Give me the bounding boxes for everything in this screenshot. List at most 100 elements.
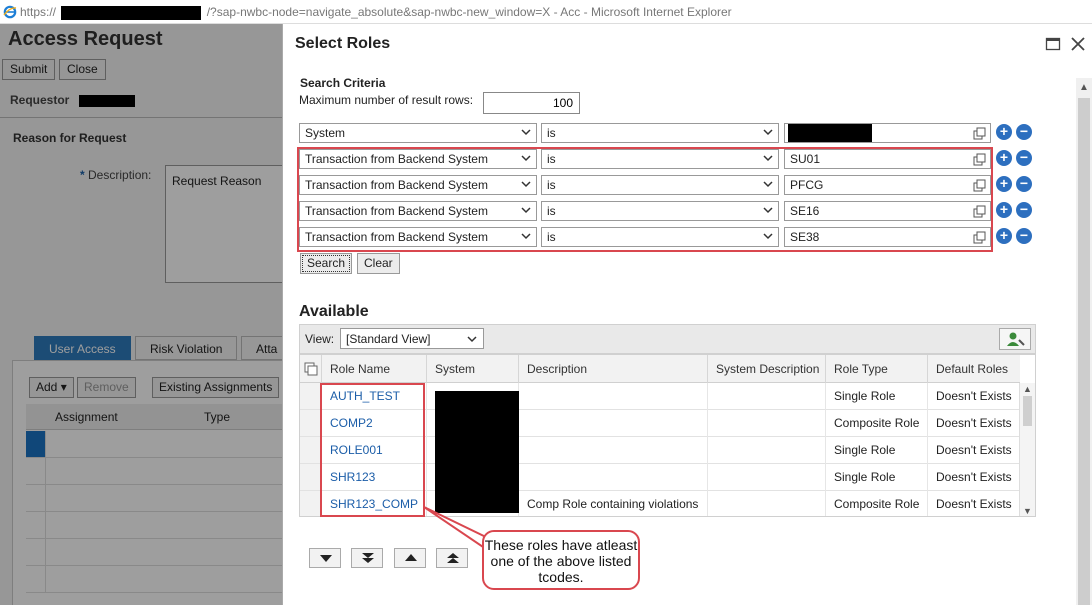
role-name-link[interactable]: COMP2: [322, 410, 427, 437]
move-down-button[interactable]: [309, 548, 341, 568]
row-selector[interactable]: [300, 464, 322, 490]
criteria-operator-select[interactable]: is: [541, 175, 779, 195]
url-prefix: https://: [20, 5, 57, 19]
remove-icon[interactable]: −: [1016, 202, 1032, 218]
table-row[interactable]: AUTH_TEST Single Role Doesn't Exists: [300, 383, 1020, 410]
table-row[interactable]: [26, 566, 282, 593]
add-icon[interactable]: +: [996, 202, 1012, 218]
close-icon[interactable]: [1070, 36, 1086, 52]
role-name-link[interactable]: SHR123_COMP: [322, 491, 427, 516]
table-row[interactable]: [26, 458, 282, 485]
criteria-value-input[interactable]: PFCG: [784, 175, 991, 195]
move-bottom-button[interactable]: [351, 548, 383, 568]
row-selector[interactable]: [26, 539, 46, 565]
add-icon[interactable]: +: [996, 176, 1012, 192]
value-help-icon[interactable]: [973, 179, 986, 192]
existing-assignments-button[interactable]: Existing Assignments: [152, 377, 280, 398]
add-icon[interactable]: +: [996, 124, 1012, 140]
row-selector[interactable]: [26, 512, 46, 538]
value-help-icon[interactable]: [973, 153, 986, 166]
table-row[interactable]: [26, 431, 282, 458]
scroll-up-icon[interactable]: ▲: [1023, 384, 1032, 394]
criteria-operator-select[interactable]: is: [541, 201, 779, 221]
row-selector[interactable]: [300, 383, 322, 409]
criteria-operator-select[interactable]: is: [541, 123, 779, 143]
column-role-name[interactable]: Role Name: [322, 355, 427, 383]
row-selector[interactable]: [300, 437, 322, 463]
chevron-down-icon: [763, 181, 773, 188]
add-icon[interactable]: +: [996, 150, 1012, 166]
background-page: Access Request Submit Close Requestor Re…: [0, 24, 282, 605]
chevron-down-icon: [521, 129, 531, 136]
tab-attachments[interactable]: Atta: [241, 336, 282, 360]
criteria-field-select[interactable]: Transaction from Backend System: [299, 149, 537, 169]
description-textarea[interactable]: Request Reason: [165, 165, 282, 283]
description-cell: [519, 410, 708, 437]
criteria-value: SE16: [790, 204, 820, 218]
row-selector[interactable]: [26, 458, 46, 484]
table-row[interactable]: [26, 485, 282, 512]
max-rows-input[interactable]: [483, 92, 580, 114]
remove-icon[interactable]: −: [1016, 176, 1032, 192]
criteria-field-select[interactable]: Transaction from Backend System: [299, 175, 537, 195]
criteria-operator-value: is: [547, 230, 556, 244]
criteria-value-input[interactable]: SE38: [784, 227, 991, 247]
table-row[interactable]: SHR123 Single Role Doesn't Exists: [300, 464, 1020, 491]
system-description-cell: [708, 437, 826, 464]
remove-icon[interactable]: −: [1016, 124, 1032, 140]
view-select[interactable]: [Standard View]: [340, 328, 484, 349]
table-scrollbar[interactable]: ▲ ▼: [1019, 383, 1035, 516]
close-page-button[interactable]: Close: [59, 59, 106, 80]
column-default-roles[interactable]: Default Roles: [928, 355, 1020, 383]
column-role-type[interactable]: Role Type: [826, 355, 928, 383]
maximize-icon[interactable]: [1045, 36, 1061, 52]
value-help-icon[interactable]: [973, 127, 986, 140]
table-row[interactable]: ROLE001 Single Role Doesn't Exists: [300, 437, 1020, 464]
tab-risk-violation[interactable]: Risk Violation: [135, 336, 238, 360]
criteria-value-input[interactable]: [784, 123, 991, 143]
criteria-field-select[interactable]: Transaction from Backend System: [299, 227, 537, 247]
table-row[interactable]: [26, 539, 282, 566]
row-selector[interactable]: [26, 485, 46, 511]
dialog-scrollbar[interactable]: ▲: [1076, 78, 1092, 605]
criteria-operator-select[interactable]: is: [541, 149, 779, 169]
role-name-link[interactable]: AUTH_TEST: [322, 383, 427, 410]
remove-icon[interactable]: −: [1016, 228, 1032, 244]
table-row[interactable]: SHR123_COMP Comp Role containing violati…: [300, 491, 1020, 516]
add-icon[interactable]: +: [996, 228, 1012, 244]
column-system[interactable]: System: [427, 355, 519, 383]
column-system-description[interactable]: System Description: [708, 355, 826, 383]
select-all-cell[interactable]: [300, 355, 322, 383]
clear-button[interactable]: Clear: [357, 253, 400, 274]
role-name-link[interactable]: SHR123: [322, 464, 427, 491]
remove-icon[interactable]: −: [1016, 150, 1032, 166]
submit-button[interactable]: Submit: [2, 59, 56, 80]
tab-user-access[interactable]: User Access: [34, 336, 131, 360]
personalize-button[interactable]: [999, 328, 1031, 350]
search-button[interactable]: Search: [300, 253, 353, 274]
row-selector[interactable]: [26, 566, 46, 592]
criteria-value-input[interactable]: SU01: [784, 149, 991, 169]
scroll-down-icon[interactable]: ▼: [1023, 506, 1032, 516]
row-selector[interactable]: [26, 431, 46, 457]
browser-title-bar: https:// /?sap-nwbc-node=navigate_absolu…: [0, 0, 1092, 24]
scrollbar-thumb[interactable]: [1078, 98, 1090, 605]
scrollbar-thumb[interactable]: [1023, 396, 1032, 426]
remove-button[interactable]: Remove: [77, 377, 136, 398]
criteria-operator-select[interactable]: is: [541, 227, 779, 247]
scroll-up-icon[interactable]: ▲: [1079, 82, 1089, 93]
criteria-field-select[interactable]: Transaction from Backend System: [299, 201, 537, 221]
table-settings-icon[interactable]: [304, 362, 318, 376]
value-help-icon[interactable]: [973, 231, 986, 244]
table-row[interactable]: COMP2 Composite Role Doesn't Exists: [300, 410, 1020, 437]
row-selector[interactable]: [300, 491, 322, 516]
criteria-field-select[interactable]: System: [299, 123, 537, 143]
row-selector[interactable]: [300, 410, 322, 436]
table-row[interactable]: [26, 512, 282, 539]
column-description[interactable]: Description: [519, 355, 708, 383]
criteria-value: SE38: [790, 230, 820, 244]
role-name-link[interactable]: ROLE001: [322, 437, 427, 464]
criteria-value-input[interactable]: SE16: [784, 201, 991, 221]
add-button[interactable]: Add ▾: [29, 377, 74, 398]
value-help-icon[interactable]: [973, 205, 986, 218]
